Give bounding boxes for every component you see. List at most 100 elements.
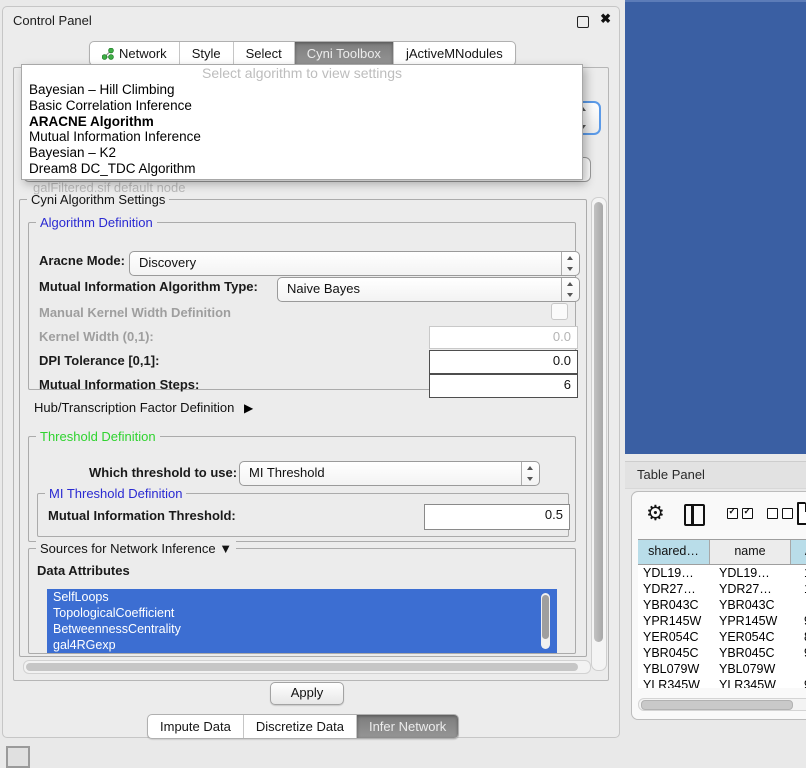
- table-cell: [799, 661, 806, 677]
- algorithm-option-aracne-algorithm[interactable]: ARACNE Algorithm: [22, 114, 582, 130]
- column-header-name[interactable]: name: [710, 540, 791, 564]
- scrollbar-thumb[interactable]: [594, 202, 603, 642]
- network-icon: [102, 48, 114, 60]
- minimized-panel-icon[interactable]: [6, 746, 30, 768]
- checked-box-icon: [727, 508, 738, 519]
- tab-label: Impute Data: [160, 716, 231, 737]
- apply-button[interactable]: Apply: [270, 682, 344, 705]
- algorithm-dropdown-placeholder: Select algorithm to view settings: [22, 65, 582, 82]
- which-threshold-label: Which threshold to use:: [89, 465, 237, 480]
- control-panel-tabbar: Network Style SelectCyni Toolbox jActiveMNo…: [89, 41, 516, 66]
- scrollbar-thumb[interactable]: [26, 663, 578, 671]
- manual-kernel-checkbox[interactable]: [551, 303, 568, 320]
- which-threshold-value: MI Threshold: [249, 465, 325, 480]
- tab-select[interactable]: Select: [233, 42, 294, 65]
- table-row[interactable]: YDR27…YDR27…12: [638, 581, 806, 597]
- table-cell: YBL079W: [714, 661, 799, 677]
- hub-tf-definition-toggle[interactable]: Hub/Transcription Factor Definition ▶: [34, 400, 253, 415]
- table-row[interactable]: YDL19…YDL19…13: [638, 565, 806, 581]
- table-cell: YBR045C: [714, 645, 799, 661]
- group-title: Algorithm Definition: [36, 215, 157, 230]
- tab-impute-data[interactable]: Impute Data: [148, 715, 243, 738]
- dpi-tolerance-field[interactable]: 0.0: [429, 350, 578, 374]
- table-cell: YDR27…: [714, 581, 799, 597]
- table-row[interactable]: YBR045CYBR045C9.: [638, 645, 806, 661]
- unchecked-box-icon: [782, 508, 793, 519]
- close-icon[interactable]: ✖: [600, 11, 611, 27]
- table-panel-title: Table Panel: [625, 461, 806, 489]
- group-title: Threshold Definition: [36, 429, 160, 444]
- tab-infer-network[interactable]: Infer Network: [356, 715, 458, 738]
- table-cell: YLR345W: [714, 677, 799, 688]
- table-cell: YBR045C: [638, 645, 714, 661]
- aracne-mode-combo[interactable]: Discovery: [129, 251, 580, 276]
- gear-icon[interactable]: ⚙: [646, 501, 665, 527]
- attribute-item-selfloops[interactable]: SelfLoops: [47, 589, 557, 605]
- table-cell: YBL079W: [638, 661, 714, 677]
- checked-box-icon: [742, 508, 753, 519]
- algorithm-option-bayesian-k2[interactable]: Bayesian – K2: [22, 145, 582, 161]
- tab-discretize-data[interactable]: Discretize Data: [243, 715, 356, 738]
- scrollbar-thumb[interactable]: [641, 700, 793, 710]
- tab-style[interactable]: Style: [179, 42, 233, 65]
- stepper-arrows-icon: [521, 462, 539, 485]
- deselect-all-columns-icon[interactable]: [767, 508, 793, 519]
- table-row[interactable]: YPR145WYPR145W9.: [638, 613, 806, 629]
- attribute-item-gal4rgexp[interactable]: gal4RGexp: [47, 637, 557, 653]
- data-attributes-list: SelfLoopsTopologicalCoefficientBetweenne…: [47, 589, 557, 653]
- table-row[interactable]: YLR345WYLR345W9.: [638, 677, 806, 688]
- mi-steps-field[interactable]: 6: [429, 374, 578, 398]
- expanded-arrow-icon[interactable]: ▼: [219, 541, 232, 556]
- algorithm-dropdown-popup: Select algorithm to view settings Bayesi…: [21, 64, 583, 180]
- algorithm-definition-group: Algorithm Definition Aracne Mode: Discov…: [28, 222, 576, 390]
- tab-label: jActiveMNodules: [406, 43, 503, 64]
- algorithm-option-mutual-information-inference[interactable]: Mutual Information Inference: [22, 129, 582, 145]
- tab-network[interactable]: Network: [90, 42, 179, 65]
- control-panel: Control Panel ✖ NetworkStyleSelectCyni T…: [2, 6, 620, 738]
- attribute-item-topologicalcoefficient[interactable]: TopologicalCoefficient: [47, 605, 557, 621]
- float-window-icon[interactable]: [577, 16, 589, 28]
- table-rows: YDL19…YDL19…13YDR27…YDR27…12YBR043CYBR04…: [638, 565, 806, 688]
- new-table-icon[interactable]: [797, 502, 806, 525]
- attribute-item-betweennesscentrality[interactable]: BetweennessCentrality: [47, 621, 557, 637]
- tab-label: Style: [192, 43, 221, 64]
- which-threshold-combo[interactable]: MI Threshold: [239, 461, 540, 486]
- table-cell: 8.: [799, 629, 806, 645]
- collapsed-arrow-icon: ▶: [244, 401, 253, 415]
- mi-type-value: Naive Bayes: [287, 281, 360, 296]
- table-cell: YER054C: [638, 629, 714, 645]
- algorithm-option-basic-correlation-inference[interactable]: Basic Correlation Inference: [22, 98, 582, 114]
- table-selector-value: galFiltered.sif default node: [33, 180, 185, 195]
- mi-type-combo[interactable]: Naive Bayes: [277, 277, 580, 302]
- table-cell: YPR145W: [714, 613, 799, 629]
- column-header-shared[interactable]: shared…: [638, 540, 710, 564]
- table-row[interactable]: YER054CYER054C8.: [638, 629, 806, 645]
- table-cell: [799, 597, 806, 613]
- dpi-tolerance-label: DPI Tolerance [0,1]:: [39, 353, 159, 368]
- settings-vertical-scrollbar: [591, 197, 607, 671]
- mi-threshold-field[interactable]: 0.5: [424, 504, 570, 530]
- table-cell: 12: [799, 581, 806, 597]
- table-panel: ⚙ shared…nameA YDL19…YDL19…13YDR27…YDR27…: [631, 491, 806, 720]
- column-header-a[interactable]: A: [791, 540, 806, 564]
- table-cell: YPR145W: [638, 613, 714, 629]
- columns-icon[interactable]: [684, 504, 705, 526]
- scrollbar-thumb[interactable]: [542, 595, 549, 639]
- table-cell: 9.: [799, 645, 806, 661]
- table-row[interactable]: YBL079WYBL079W: [638, 661, 806, 677]
- table-row[interactable]: YBR043CYBR043C: [638, 597, 806, 613]
- table-header-row: shared…nameA: [638, 539, 806, 565]
- tab-cyni-toolbox[interactable]: Cyni Toolbox: [294, 42, 393, 65]
- kernel-width-field[interactable]: 0.0: [429, 326, 578, 349]
- table-cell: YDL19…: [714, 565, 799, 581]
- attributes-list-scrollbar: [541, 593, 550, 649]
- table-cell: YER054C: [714, 629, 799, 645]
- select-all-columns-icon[interactable]: [727, 508, 753, 519]
- table-horizontal-scrollbar: [638, 698, 806, 711]
- group-title: Sources for Network Inference ▼: [36, 541, 236, 556]
- threshold-definition-group: Threshold Definition Which threshold to …: [28, 436, 576, 542]
- algorithm-option-dream8-dc-tdc-algorithm[interactable]: Dream8 DC_TDC Algorithm: [22, 161, 582, 177]
- manual-kernel-label: Manual Kernel Width Definition: [39, 305, 231, 320]
- tab-jactivemnodules[interactable]: jActiveMNodules: [393, 42, 515, 65]
- algorithm-option-bayesian-hill-climbing[interactable]: Bayesian – Hill Climbing: [22, 82, 582, 98]
